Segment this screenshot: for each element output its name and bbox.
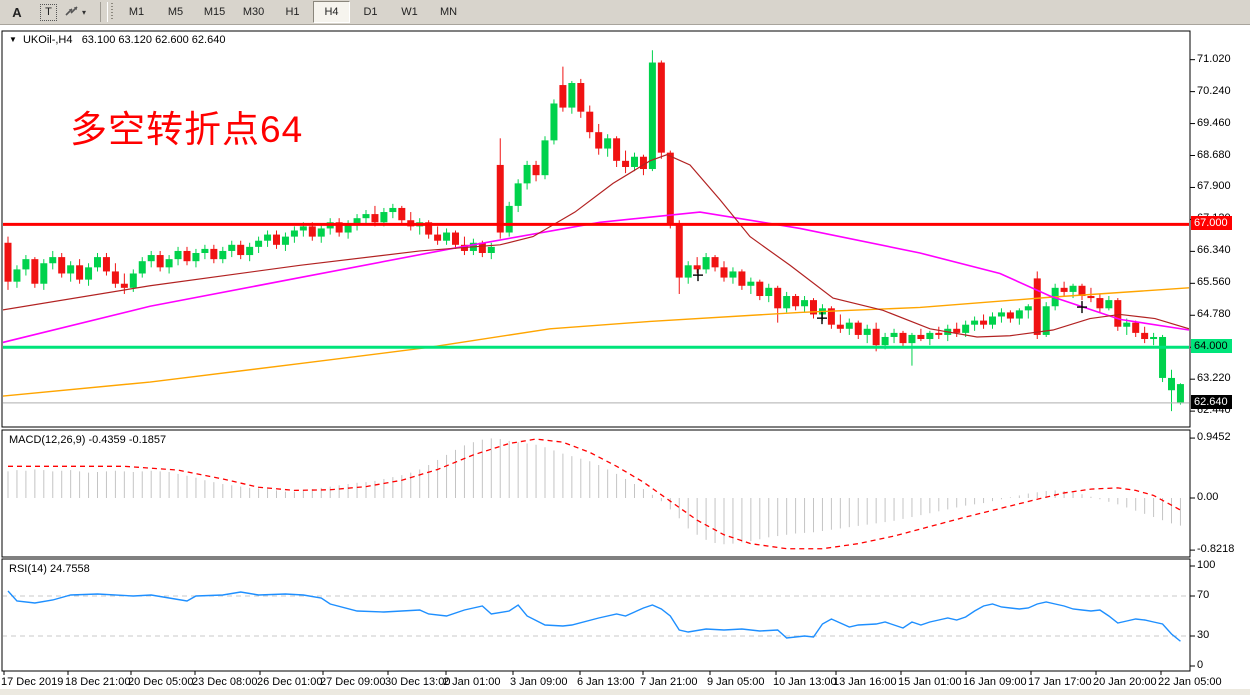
time-axis-label: 2 Jan 01:00 (443, 676, 501, 688)
rsi-pane-border (2, 559, 1190, 671)
symbol-dropdown-icon[interactable]: ▼ (9, 35, 17, 44)
ma-mid-magenta-line (0, 212, 1189, 343)
time-axis-label: 7 Jan 21:00 (640, 676, 698, 688)
price-pane-border (2, 31, 1190, 427)
macd-tick-label: -0.8218 (1197, 543, 1234, 555)
price-tick-label: 67.900 (1197, 180, 1231, 192)
time-axis-label: 22 Jan 05:00 (1158, 676, 1222, 688)
price-tick-label: 65.560 (1197, 276, 1231, 288)
macd-pane[interactable] (8, 438, 1180, 548)
rsi-tick-label: 0 (1197, 659, 1203, 671)
cross-marker (693, 269, 703, 281)
time-axis-label: 3 Jan 09:00 (510, 676, 568, 688)
ohlc-readout: 63.100 63.120 62.600 62.640 (82, 34, 226, 46)
time-axis-label: 10 Jan 13:00 (773, 676, 837, 688)
price-level-badge-67.000: 67.000 (1191, 216, 1232, 230)
mt4-window: A T ▾ M1M5M15M30H1H4D1W1MN ▼ UKOil-,H4 6… (0, 0, 1250, 695)
cross-marker (1077, 301, 1087, 313)
time-axis-label: 20 Jan 20:00 (1093, 676, 1157, 688)
price-tick-label: 66.340 (1197, 244, 1231, 256)
time-axis-label: 18 Dec 21:00 (65, 676, 130, 688)
time-axis-label: 9 Jan 05:00 (707, 676, 765, 688)
rsi-line (8, 591, 1180, 641)
ma-fast-darkred-line (0, 155, 1189, 337)
rsi-pane[interactable] (2, 591, 1190, 641)
macd-tick-label: 0.00 (1197, 491, 1218, 503)
time-axis-label: 17 Dec 2019 (1, 676, 63, 688)
time-axis-label: 16 Jan 09:00 (963, 676, 1027, 688)
price-tick-label: 71.020 (1197, 53, 1231, 65)
rsi-tick-label: 70 (1197, 589, 1209, 601)
price-tick-label: 68.680 (1197, 149, 1231, 161)
ma-slow-orange-line (0, 288, 1189, 397)
price-level-badge-64.000: 64.000 (1191, 339, 1232, 353)
chart-title: ▼ UKOil-,H4 63.100 63.120 62.600 62.640 (9, 34, 225, 46)
price-tick-label: 69.460 (1197, 117, 1231, 129)
price-tick-label: 64.780 (1197, 308, 1231, 320)
time-axis-label: 26 Dec 01:00 (257, 676, 322, 688)
symbol-period-label: UKOil-,H4 (23, 34, 73, 46)
time-axis-label: 15 Jan 01:00 (898, 676, 962, 688)
time-axis-label: 17 Jan 17:00 (1028, 676, 1092, 688)
rsi-tick-label: 100 (1197, 559, 1215, 571)
time-axis-label: 20 Dec 05:00 (128, 676, 193, 688)
time-axis-label: 13 Jan 16:00 (833, 676, 897, 688)
rsi-indicator-label: RSI(14) 24.7558 (9, 563, 90, 575)
price-tick-label: 70.240 (1197, 85, 1231, 97)
macd-signal-line (8, 439, 1180, 549)
price-level-badge-62.640: 62.640 (1191, 395, 1232, 409)
time-axis-label: 27 Dec 09:00 (320, 676, 385, 688)
price-tick-label: 63.220 (1197, 372, 1231, 384)
macd-tick-label: 0.9452 (1197, 431, 1231, 443)
macd-pane-border (2, 430, 1190, 557)
time-axis-label: 23 Dec 08:00 (192, 676, 257, 688)
macd-indicator-label: MACD(12,26,9) -0.4359 -0.1857 (9, 434, 166, 446)
chart-annotation-text: 多空转折点64 (70, 99, 303, 153)
time-axis-label: 6 Jan 13:00 (577, 676, 635, 688)
rsi-tick-label: 30 (1197, 629, 1209, 641)
time-axis-label: 30 Dec 13:00 (385, 676, 450, 688)
